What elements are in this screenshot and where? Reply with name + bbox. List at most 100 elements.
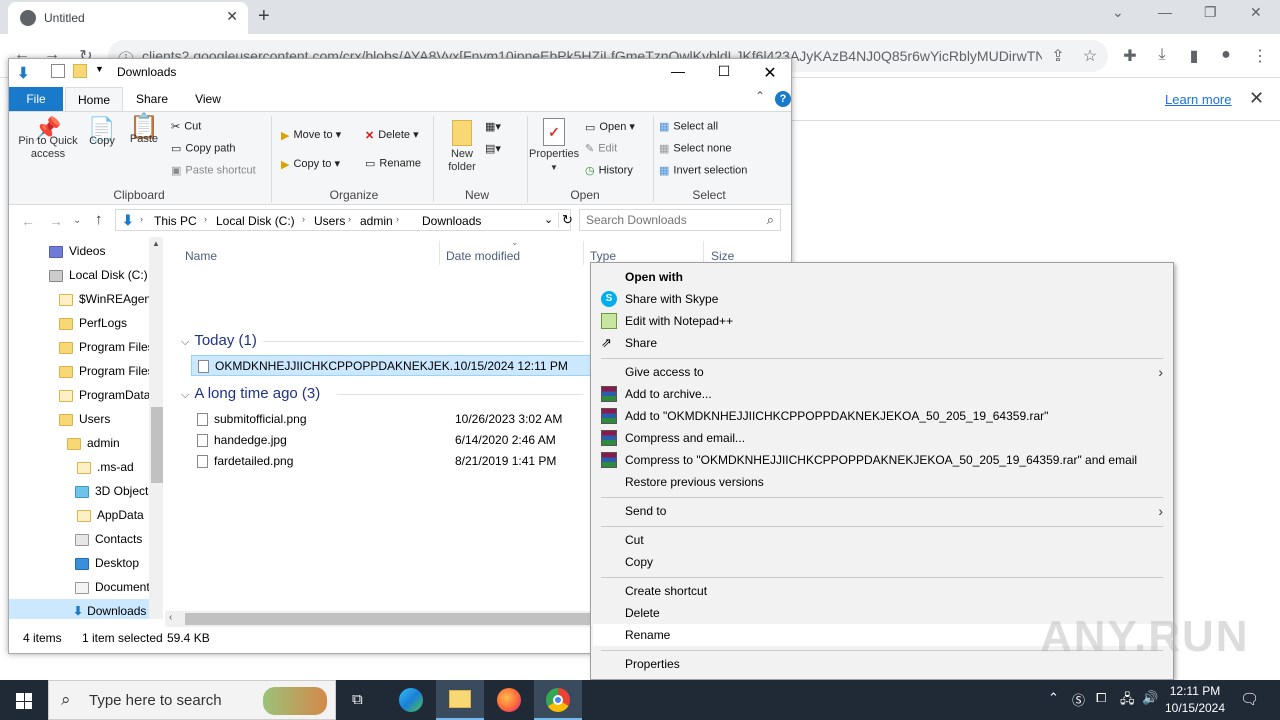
menu-item-cut[interactable]: Cut [593,529,1171,551]
column-type[interactable]: Type [590,249,616,263]
network-icon[interactable]: 🖧 [1120,690,1135,712]
chevron-down-icon[interactable]: ⌄ [1112,4,1124,21]
properties-icon[interactable] [51,64,65,78]
taskbar-search[interactable]: ⌕ Type here to search [48,680,336,720]
scroll-left-icon[interactable]: ‹ [169,612,172,623]
nav-item-ms-ad[interactable]: .ms-ad [77,455,134,479]
edit-button[interactable]: ✎ Edit [585,142,617,155]
chrome-button[interactable] [534,680,582,720]
breadcrumb-downloads[interactable]: Downloads [422,214,481,228]
nav-item-3d-objects[interactable]: 3D Objects [75,479,154,503]
menu-item-compress-email[interactable]: Compress and email... [593,427,1171,449]
menu-item-give-access[interactable]: Give access to › [593,361,1171,383]
tab-file[interactable]: File [9,87,63,111]
chevron-down-icon[interactable]: ▼ [95,64,109,78]
menu-item-share[interactable]: ⇗ Share [593,332,1171,354]
download-icon[interactable]: ⤓ [1152,46,1172,66]
nav-item-local-disk[interactable]: Local Disk (C:) [49,263,148,287]
new-folder-icon[interactable] [73,64,87,78]
tab-share[interactable]: Share [125,87,179,111]
refresh-icon[interactable]: ↻ [558,212,573,228]
extensions-icon[interactable]: ✚ [1120,46,1140,66]
firefox-button[interactable] [484,680,532,720]
minimize-button[interactable]: — [655,63,701,79]
file-row[interactable]: OKMDKNHEJJIICHKCPPOPPDAKNEKJEK... 10/15/… [191,355,601,376]
tab-home[interactable]: Home [65,87,123,111]
open-button[interactable]: ▭ Open ▾ [585,120,635,134]
scroll-up-icon[interactable]: ▲ [152,239,160,248]
select-all-button[interactable]: ▦ Select all [659,120,718,133]
nav-item-program-files-x86[interactable]: Program Files [59,359,154,383]
horizontal-scrollbar-thumb[interactable] [185,613,591,625]
new-item-button[interactable]: ▦▾ [485,120,501,133]
forward-icon[interactable]: → [49,213,63,229]
up-arrow-icon[interactable]: ↑ [95,211,103,228]
nav-item-documents[interactable]: Documents [75,575,156,599]
share-icon[interactable]: ⇪ [1048,46,1068,66]
invert-selection-button[interactable]: ▦ Invert selection [659,164,747,177]
column-size[interactable]: Size [711,249,734,263]
new-folder-button[interactable]: New folder [439,120,485,174]
skype-tray-icon[interactable]: Ⓢ [1072,690,1085,709]
menu-item-add-rar[interactable]: Add to "OKMDKNHEJJIICHKCPPOPPDAKNEKJEKOA… [593,405,1171,427]
address-bar[interactable]: ⬇ › This PC › Local Disk (C:) › Users › … [115,209,573,231]
menu-item-restore[interactable]: Restore previous versions [593,471,1171,493]
nav-item-downloads[interactable]: ⬇ Downloads [9,599,149,619]
clock[interactable]: 12:11 PM 10/15/2024 [1160,683,1230,717]
chevron-down-icon[interactable]: ⌄ [544,213,553,226]
nav-item-program-files[interactable]: Program Files [59,335,154,359]
rename-button[interactable]: ▭ Rename [365,157,421,170]
nav-item-videos[interactable]: Videos [49,239,105,263]
menu-item-edit-notepad[interactable]: Edit with Notepad++ [593,310,1171,332]
easy-access-button[interactable]: ▤▾ [485,142,501,155]
nav-item-winreagent[interactable]: $WinREAgent [59,287,154,311]
maximize-button[interactable]: ☐ [701,63,747,80]
side-panel-icon[interactable]: ▮ [1184,46,1204,66]
recent-locations-icon[interactable]: ⌄ [73,215,81,226]
file-row[interactable]: handedge.jpg 6/14/2020 2:46 AM [197,430,597,451]
nav-item-contacts[interactable]: Contacts [75,527,142,551]
cut-button[interactable]: ✂ Cut [171,120,201,133]
collapse-ribbon-icon[interactable]: ⌃ [755,89,765,103]
device-icon[interactable]: ⧠ [1096,690,1106,706]
chevron-up-icon[interactable]: ⌃ [1048,690,1059,706]
nav-item-desktop[interactable]: Desktop [75,551,139,575]
breadcrumb-admin[interactable]: admin [360,214,393,228]
close-infobar-icon[interactable]: ✕ [1249,88,1264,109]
paste-shortcut-button[interactable]: ▣ Paste shortcut [171,164,256,177]
file-row[interactable]: submitofficial.png 10/26/2023 3:02 AM [197,409,597,430]
column-name[interactable]: Name [185,249,217,263]
nav-item-programdata[interactable]: ProgramData [59,383,150,407]
copy-button[interactable]: 📄 Copy [85,118,119,148]
group-header-long-ago[interactable]: ⌵ A long time ago (3) [181,385,320,402]
nav-scrollbar-thumb[interactable] [151,407,163,483]
group-header-today[interactable]: ⌵ Today (1) [181,332,257,349]
profile-icon[interactable]: ● [1216,46,1236,66]
search-input[interactable] [586,213,756,227]
tab-view[interactable]: View [181,87,235,111]
column-date-modified[interactable]: Date modified [446,249,520,263]
properties-button[interactable]: ✓ Properties ▼ [529,118,579,174]
menu-item-open-with[interactable]: Open with [593,266,1171,288]
notifications-icon[interactable]: 🗨 [1240,690,1259,708]
new-tab-button[interactable]: + [258,5,270,28]
breadcrumb-users[interactable]: Users [314,214,345,228]
minimize-button[interactable]: — [1158,4,1172,20]
nav-item-admin[interactable]: admin [67,431,120,455]
move-to-button[interactable]: ▶ Move to ▾ [281,128,341,142]
nav-item-users[interactable]: Users [59,407,110,431]
restore-button[interactable]: ❐ [1204,4,1217,21]
copy-path-button[interactable]: ▭ Copy path [171,142,236,155]
breadcrumb-this-pc[interactable]: This PC [154,214,197,228]
history-button[interactable]: ◷ History [585,164,633,177]
file-row[interactable]: fardetailed.png 8/21/2019 1:41 PM [197,451,597,472]
learn-more-link[interactable]: Learn more [1165,92,1231,107]
close-tab-icon[interactable]: ✕ [226,8,238,25]
breadcrumb-local-disk[interactable]: Local Disk (C:) [216,214,295,228]
search-box[interactable]: ⌕ [579,209,781,231]
menu-item-send-to[interactable]: Send to › [593,500,1171,522]
menu-icon[interactable]: ⋮ [1250,46,1270,66]
volume-icon[interactable]: 🔊 [1142,690,1158,706]
menu-item-compress-rar-email[interactable]: Compress to "OKMDKNHEJJIICHKCPPOPPDAKNEK… [593,449,1171,471]
menu-item-share-skype[interactable]: S Share with Skype [593,288,1171,310]
